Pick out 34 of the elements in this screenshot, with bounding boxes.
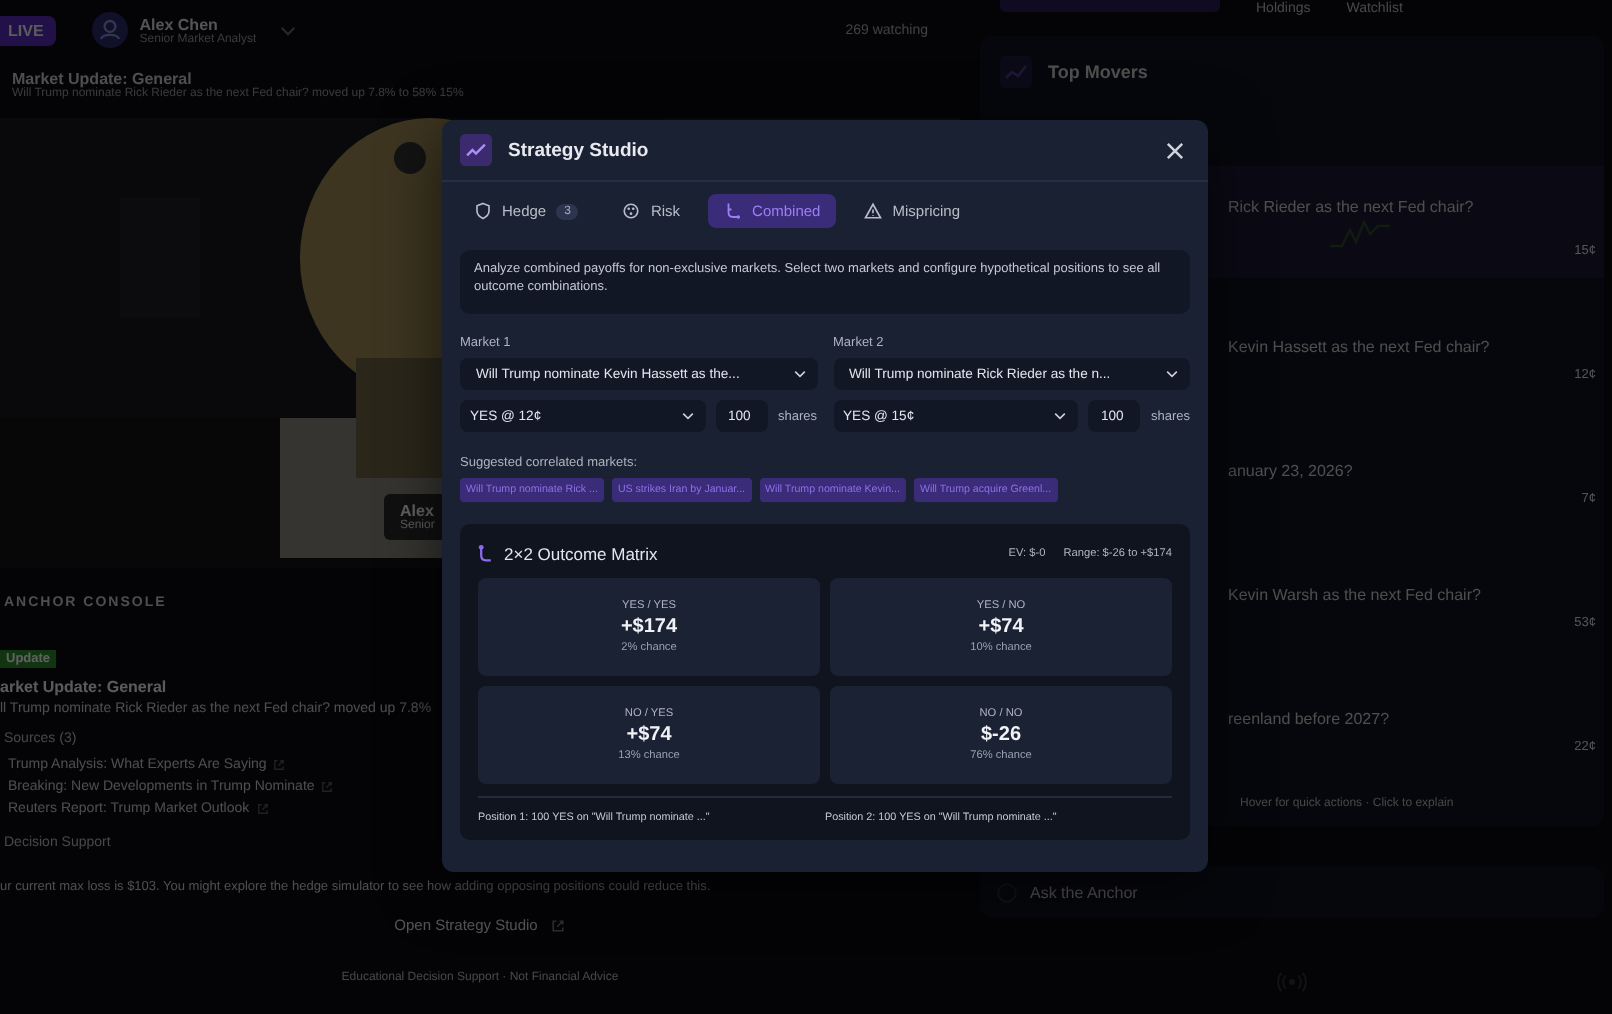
trend-icon bbox=[1000, 56, 1032, 88]
market-question: Rick Rieder as the next Fed chair? bbox=[1228, 197, 1476, 215]
live-badge: LIVE bbox=[0, 15, 56, 45]
caret-icon bbox=[793, 370, 805, 378]
branch-icon bbox=[478, 544, 494, 564]
market-question: Kevin Warsh as the next Fed chair? bbox=[1228, 585, 1483, 603]
update-headline: arket Update: General bbox=[0, 678, 167, 696]
chart-icon bbox=[460, 134, 492, 166]
ticker-title: Market Update: General bbox=[12, 70, 194, 88]
matrix-title: 2×2 Outcome Matrix bbox=[504, 544, 658, 564]
avatar-icon bbox=[91, 12, 128, 48]
modal-title: Strategy Studio bbox=[508, 139, 649, 161]
close-button[interactable] bbox=[1162, 137, 1188, 163]
panel-title: Top Movers bbox=[1048, 62, 1148, 82]
caret-icon bbox=[1054, 412, 1067, 420]
warning-icon bbox=[864, 202, 883, 220]
external-link-icon bbox=[272, 758, 287, 772]
outcome-value: $-26 bbox=[980, 724, 1021, 746]
user-name: Alex Chen bbox=[139, 15, 220, 33]
caret-icon bbox=[1166, 370, 1178, 378]
shield-icon bbox=[474, 202, 492, 220]
external-link-icon bbox=[255, 802, 270, 816]
external-link-icon bbox=[549, 917, 566, 933]
gauge-icon bbox=[622, 202, 641, 220]
caret-icon bbox=[681, 412, 694, 420]
market-question: reenland before 2027? bbox=[1228, 709, 1392, 727]
outcome-value: +$74 bbox=[626, 724, 672, 746]
outcome-value: +$174 bbox=[620, 616, 678, 638]
market-question: anuary 23, 2026? bbox=[1228, 461, 1355, 479]
market-question: Kevin Hassett as the next Fed chair? bbox=[1228, 337, 1492, 355]
caption-name: Alex bbox=[400, 502, 434, 520]
external-link-icon bbox=[320, 780, 335, 794]
branch-icon bbox=[724, 202, 743, 220]
outcome-value: +$74 bbox=[978, 616, 1024, 638]
